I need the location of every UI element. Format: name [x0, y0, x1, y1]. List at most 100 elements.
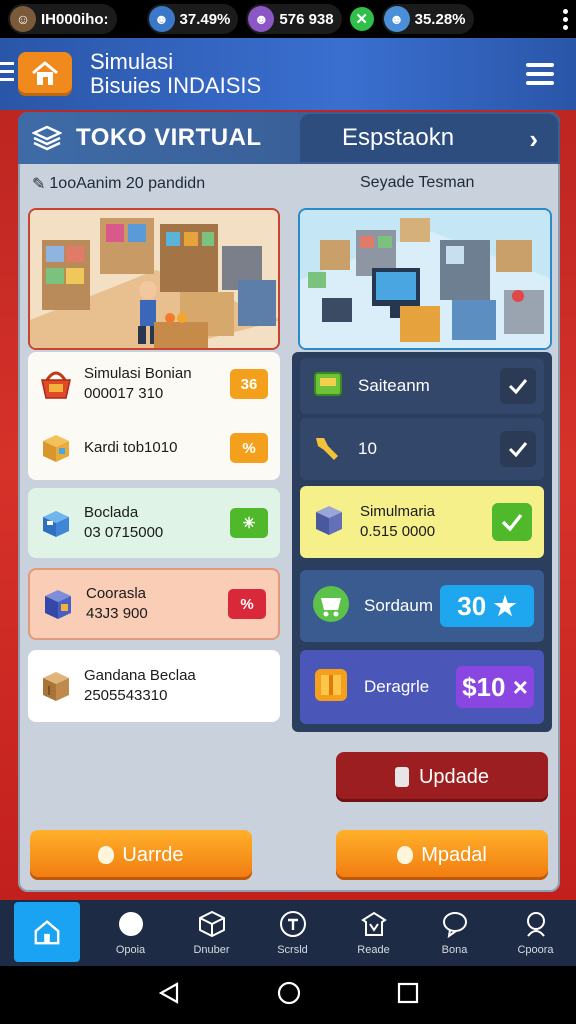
item-title: Simulasi Bonian — [84, 365, 192, 382]
mailbox-icon — [38, 505, 74, 541]
list-item-simulasi-bonian[interactable]: Simulasi Bonian 000017 310 36 — [28, 352, 280, 416]
chevron-right-icon[interactable]: › — [529, 124, 538, 155]
gift-box-icon — [312, 666, 350, 709]
uarrde-button-label: Uarrde — [122, 843, 184, 866]
close-x-icon[interactable]: ✕ — [349, 7, 374, 31]
app-title: Simulasi Bisuies INDAISIS — [90, 50, 261, 98]
item-badge-button[interactable]: 36 — [230, 369, 268, 399]
item-text: Simulasi Bonian 000017 310 — [84, 364, 192, 404]
app-header: Simulasi Bisuies INDAISIS — [0, 38, 576, 110]
t-circle-icon — [279, 910, 307, 938]
status-bar: ☺ IH000iho: ☻ 37.49% ☻ 576 938 ✕ ☻ 35.28… — [0, 0, 576, 38]
nav-label: Scrsld — [277, 944, 308, 956]
item-text: Gandana Beclaa 2505543310 — [84, 666, 196, 706]
hamburger-menu-icon[interactable] — [526, 63, 554, 85]
checkbox-checked[interactable] — [500, 368, 536, 404]
nav-opoia[interactable]: Opoia — [90, 900, 171, 966]
left-subtitle-text: 1ooAanim 20 pandidn — [49, 175, 206, 192]
home-circle-icon[interactable] — [276, 980, 302, 1011]
update-button[interactable]: Updade — [336, 752, 548, 802]
list-item-coorasla[interactable]: Coorasla 43J3 900 % — [28, 568, 280, 640]
app-title-line1: Simulasi — [90, 49, 174, 74]
price-pill-button[interactable]: $10 × — [456, 666, 534, 708]
player-avatar-icon: ☻ — [148, 6, 175, 32]
warehouse-scene-image — [298, 208, 552, 350]
tab-toko-virtual[interactable]: TOKO VIRTUAL — [18, 112, 298, 164]
item-title: Sordaum — [364, 596, 433, 615]
box-icon — [38, 430, 74, 466]
price-pill-button[interactable]: 30 ★ — [440, 585, 534, 627]
checkbox-checked[interactable] — [500, 431, 536, 467]
layers-icon — [32, 125, 62, 151]
nav-cpoora[interactable]: Cpoora — [495, 900, 576, 966]
nav-scrsld[interactable]: Scrsld — [252, 900, 333, 966]
store-icon — [360, 910, 388, 938]
checkmark-icon — [501, 513, 523, 532]
nav-label: Cpoora — [517, 944, 554, 956]
checkbox-checked[interactable] — [492, 503, 532, 541]
user-chip[interactable]: ☺ IH000iho: — [8, 4, 117, 34]
tab-espstaokn-label: Espstaokn — [342, 124, 455, 151]
nav-dnuber[interactable]: Dnuber — [171, 900, 252, 966]
egg-icon — [397, 846, 414, 864]
item-value: 000017 310 — [84, 385, 164, 402]
cart-icon — [312, 585, 350, 628]
list-item-gandana[interactable]: Gandana Beclaa 2505543310 — [28, 650, 280, 722]
recents-icon[interactable] — [397, 982, 419, 1009]
nav-reade[interactable]: Reade — [333, 900, 414, 966]
item-text: Boclada 03 0715000 — [84, 503, 163, 543]
item-title: Gandana Beclaa — [84, 667, 196, 684]
bottom-nav: Opoia Dnuber Scrsld Reade Bona Cpoora — [0, 900, 576, 966]
item-badge-button[interactable]: % — [230, 433, 268, 463]
nav-label: Opoia — [115, 944, 146, 956]
side-menu-icon[interactable] — [0, 62, 14, 86]
checkmark-icon — [508, 442, 528, 458]
list-item-deragrle[interactable]: Deragrle $10 × — [300, 650, 544, 724]
mpadal-button[interactable]: Mpadal — [336, 830, 548, 880]
tab-espstaokn[interactable]: Espstaokn › — [300, 114, 558, 162]
system-nav-bar — [0, 966, 576, 1024]
stat-value-2: 576 938 — [279, 10, 334, 28]
chat-icon — [441, 910, 469, 938]
right-list-panel: Saiteanm 10 Simulmaria 0.515 0000 Sordau… — [292, 352, 552, 732]
list-item-simulmaria[interactable]: Simulmaria 0.515 0000 — [300, 486, 544, 558]
stat-chip-3[interactable]: ☻ 35.28% — [381, 4, 474, 34]
stat-value-1: 37.49% — [179, 10, 231, 28]
tab-toko-virtual-label: TOKO VIRTUAL — [76, 124, 262, 151]
item-title: Kardi tob1010 — [84, 439, 178, 456]
back-icon[interactable] — [157, 981, 181, 1010]
uarrde-button[interactable]: Uarrde — [30, 830, 252, 880]
register-icon — [312, 369, 344, 404]
update-button-label: Updade — [418, 765, 490, 788]
more-options-icon[interactable] — [563, 8, 568, 30]
badge-label: ✳ — [242, 515, 256, 532]
phone-icon — [394, 767, 409, 787]
pill-label: $10 × — [462, 671, 528, 702]
item-value: 43J3 900 — [86, 605, 148, 622]
list-item-boclada[interactable]: Boclada 03 0715000 ✳ — [28, 488, 280, 558]
shop-house-icon — [32, 61, 58, 85]
nav-label: Dnuber — [193, 944, 230, 956]
pill-label: 30 ★ — [457, 590, 517, 621]
badge-label: % — [240, 595, 254, 613]
item-badge-button[interactable]: ✳ — [230, 508, 268, 538]
item-badge-button[interactable]: % — [228, 589, 266, 619]
crate-icon — [38, 668, 74, 704]
store-home-button[interactable] — [18, 52, 72, 96]
nav-home[interactable] — [14, 902, 80, 962]
store-scene-image — [28, 208, 280, 350]
nav-bona[interactable]: Bona — [414, 900, 495, 966]
item-text: Simulmaria 0.515 0000 — [360, 502, 435, 542]
list-item-saiteanm[interactable]: Saiteanm — [300, 358, 544, 414]
stat-chip-1[interactable]: ☻ 37.49% — [146, 4, 239, 34]
right-subtitle: Seyade Tesman — [360, 174, 475, 191]
stat-chip-2[interactable]: ☻ 576 938 — [246, 4, 342, 34]
list-item-10[interactable]: 10 — [300, 418, 544, 480]
list-item-sordaum[interactable]: Sordaum 30 ★ — [300, 570, 544, 642]
cube-icon — [198, 910, 226, 938]
badge-label: 36 — [240, 375, 258, 393]
list-item-kardi[interactable]: Kardi tob1010 % — [28, 416, 280, 480]
main-panel: TOKO VIRTUAL Espstaokn › ✎ 1ooAanim 20 p… — [18, 112, 560, 892]
merchant-avatar-icon: ☻ — [248, 6, 275, 32]
home-icon — [33, 918, 61, 946]
